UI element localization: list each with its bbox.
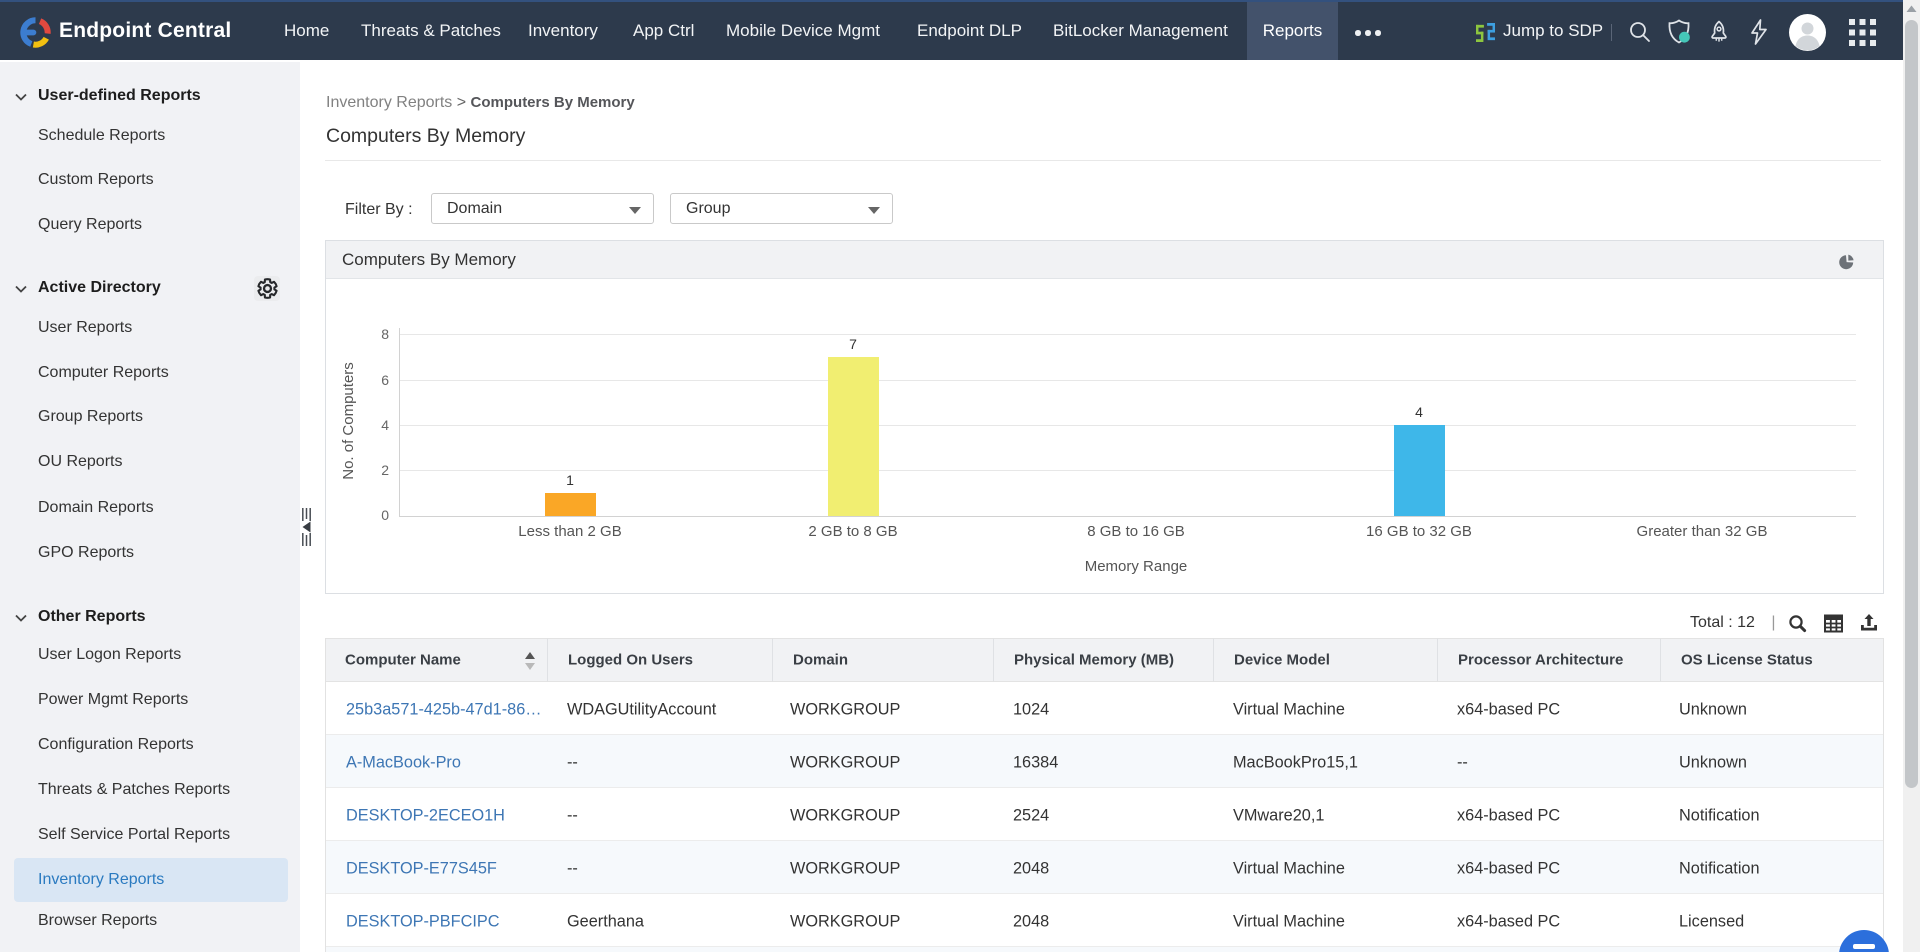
svg-text:4: 4 [1415,404,1423,420]
svg-text:16 GB to 32 GB: 16 GB to 32 GB [1366,523,1472,540]
svg-text:4: 4 [381,417,389,433]
svg-text:7: 7 [849,336,857,352]
svg-text:6: 6 [381,372,389,388]
svg-text:Less than 2 GB: Less than 2 GB [518,523,621,540]
svg-text:1: 1 [566,472,574,488]
svg-text:2: 2 [381,462,389,478]
svg-text:2 GB to 8 GB: 2 GB to 8 GB [808,523,897,540]
svg-text:0: 0 [381,507,389,523]
svg-text:Memory Range: Memory Range [1085,558,1188,575]
svg-text:8 GB to 16 GB: 8 GB to 16 GB [1087,523,1185,540]
svg-text:No. of Computers: No. of Computers [340,362,357,480]
svg-text:Greater than 32 GB: Greater than 32 GB [1637,523,1768,540]
svg-text:8: 8 [381,326,389,342]
